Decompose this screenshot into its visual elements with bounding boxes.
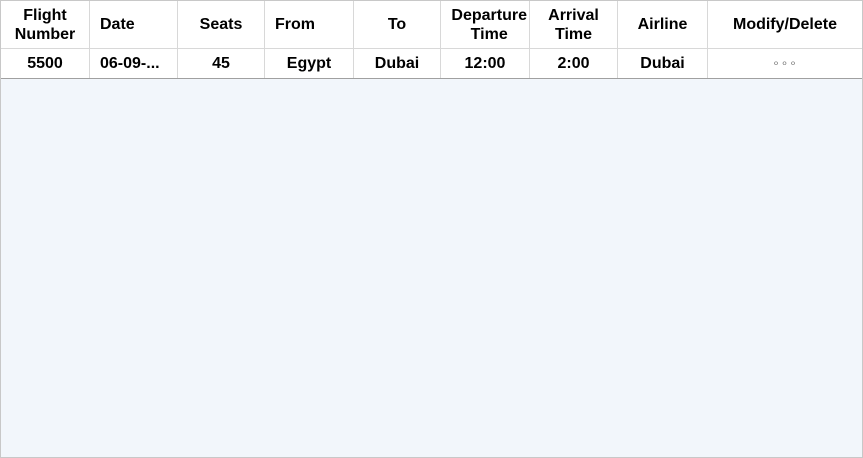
cell-seats[interactable]: 45 <box>178 49 265 78</box>
column-header-from[interactable]: From <box>265 1 354 49</box>
cell-date[interactable]: 06-09-... <box>90 49 178 78</box>
flights-data-grid[interactable]: Flight Number Date Seats From To Departu… <box>0 0 863 458</box>
column-header-date[interactable]: Date <box>90 1 178 49</box>
cell-from[interactable]: Egypt <box>265 49 354 78</box>
column-header-arrival-time[interactable]: Arrival Time <box>530 1 618 49</box>
column-header-seats[interactable]: Seats <box>178 1 265 49</box>
column-header-departure-time[interactable]: Departure Time <box>441 1 530 49</box>
cell-flight-number[interactable]: 5500 <box>1 49 90 78</box>
header-row: Flight Number Date Seats From To Departu… <box>1 1 862 49</box>
column-header-modify-delete[interactable]: Modify/Delete <box>708 1 862 49</box>
table-row[interactable]: 5500 06-09-... 45 Egypt Dubai 12:00 2:00… <box>1 49 862 79</box>
column-header-flight-number[interactable]: Flight Number <box>1 1 90 49</box>
column-header-airline[interactable]: Airline <box>618 1 708 49</box>
cell-departure-time[interactable]: 12:00 <box>441 49 530 78</box>
cell-airline[interactable]: Dubai <box>618 49 708 78</box>
cell-arrival-time[interactable]: 2:00 <box>530 49 618 78</box>
cell-to[interactable]: Dubai <box>354 49 441 78</box>
column-header-to[interactable]: To <box>354 1 441 49</box>
modify-delete-button[interactable]: ∘∘∘ <box>708 49 862 78</box>
more-options-icon[interactable]: ∘∘∘ <box>772 54 798 73</box>
